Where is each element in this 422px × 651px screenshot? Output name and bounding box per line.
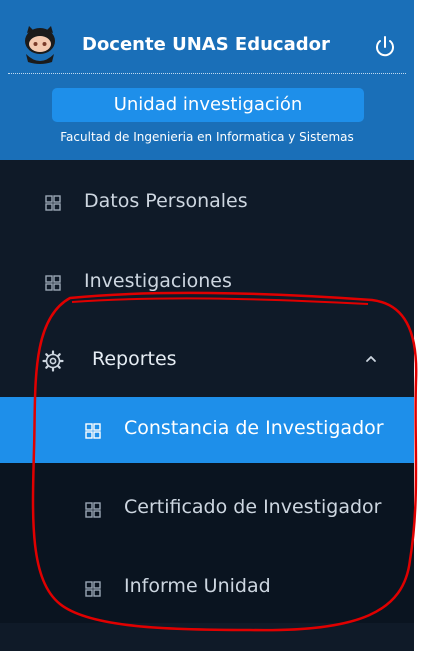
submenu-item-informe[interactable]: Informe Unidad [0, 555, 414, 621]
unit-badge: Unidad investigación [52, 88, 364, 122]
menu-item-reportes[interactable]: Reportes [0, 330, 414, 390]
power-icon[interactable] [372, 34, 398, 60]
grid-icon [85, 502, 101, 518]
submenu-item-label: Certificado de Investigador [124, 496, 382, 518]
grid-icon [85, 581, 101, 597]
header-divider [8, 73, 406, 74]
menu-item-datos-personales[interactable]: Datos Personales [0, 172, 414, 232]
faculty-name: Facultad de Ingenieria en Informatica y … [60, 130, 354, 144]
submenu-item-constancia[interactable]: Constancia de Investigador [0, 397, 414, 463]
octocat-avatar-icon[interactable] [20, 24, 60, 64]
user-name: Docente UNAS Educador [82, 34, 330, 55]
grid-icon [45, 275, 61, 291]
chevron-up-icon[interactable] [362, 350, 380, 368]
sidebar: Docente UNAS Educador Unidad investigaci… [0, 0, 414, 651]
grid-icon [45, 195, 61, 211]
submenu-item-label: Informe Unidad [124, 575, 271, 597]
menu-item-label: Datos Personales [84, 190, 248, 212]
gear-icon [42, 350, 64, 372]
sidebar-header: Docente UNAS Educador Unidad investigaci… [0, 0, 414, 160]
menu-item-label: Investigaciones [84, 270, 232, 292]
grid-icon [85, 423, 101, 439]
submenu-item-label: Constancia de Investigador [124, 417, 384, 439]
menu-item-investigaciones[interactable]: Investigaciones [0, 252, 414, 312]
menu-item-label: Reportes [92, 348, 177, 370]
submenu-item-certificado[interactable]: Certificado de Investigador [0, 476, 414, 542]
